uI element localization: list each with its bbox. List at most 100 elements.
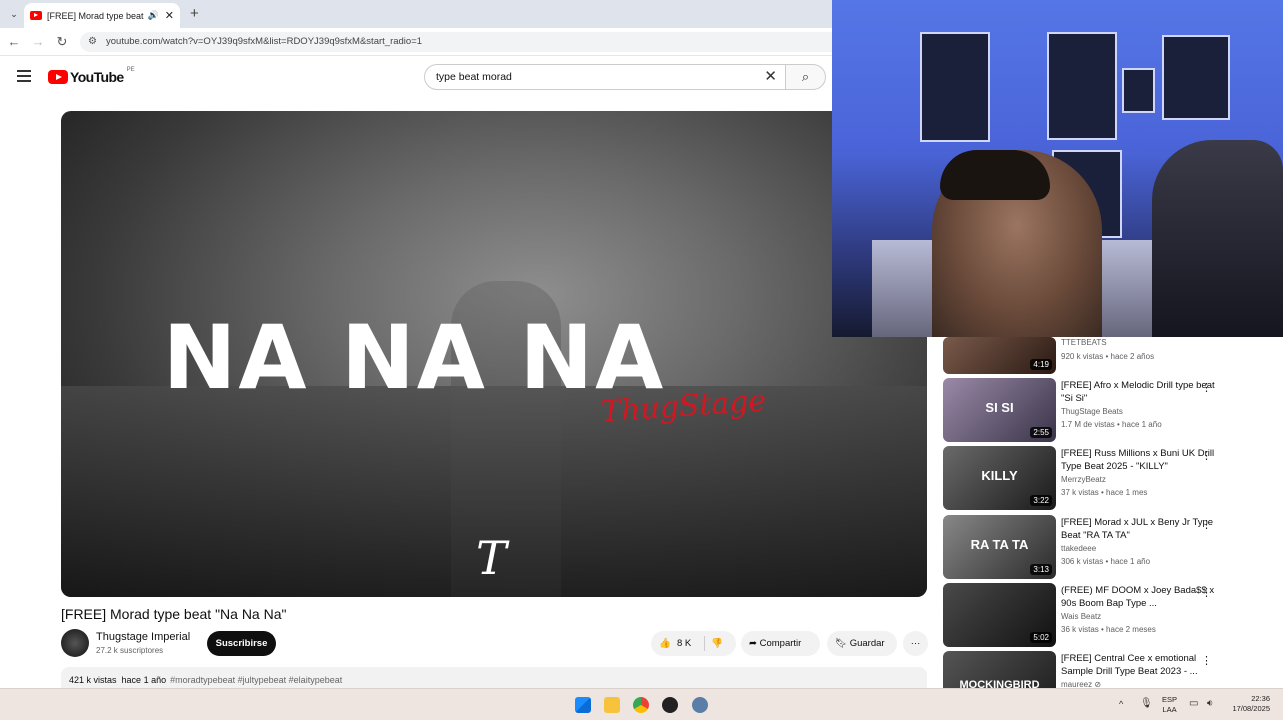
recommendation-channel[interactable]: ttakedeee: [1061, 544, 1096, 553]
url-text: youtube.com/watch?v=OYJ39q9sfxM&list=RDO…: [106, 36, 423, 47]
like-icon[interactable]: 👍: [659, 631, 671, 656]
address-bar-row: ← → ↻ ⚙ youtube.com/watch?v=OYJ39q9sfxM&…: [0, 28, 832, 56]
youtube-favicon-icon: [30, 11, 42, 20]
dislike-icon[interactable]: 👎: [711, 631, 723, 656]
like-divider: [704, 636, 705, 651]
channel-avatar[interactable]: [61, 629, 89, 657]
wall-poster: [1162, 35, 1230, 120]
language-code: ESP: [1162, 695, 1178, 704]
save-label: Guardar: [849, 638, 885, 649]
search-button[interactable]: ⌕: [786, 64, 826, 90]
share-icon: ➦: [749, 638, 760, 649]
microphone-icon[interactable]: 🎙︎: [1140, 698, 1153, 709]
youtube-header: YouTube PE type beat morad ✕ ⌕: [0, 56, 832, 98]
clear-search-icon[interactable]: ✕: [764, 65, 777, 89]
subscriber-count: 27.2 k suscriptores: [96, 646, 164, 655]
recommendation-item[interactable]: 5:02 (FREE) MF DOOM x Joey Bada$$ x 90s B…: [943, 583, 1233, 647]
clock-time: 22:36: [1251, 694, 1270, 703]
video-player[interactable]: NA NA NA ThugStage T: [61, 111, 927, 597]
settings-icon[interactable]: [692, 697, 708, 713]
save-button[interactable]: 🔖︎ Guardar: [827, 631, 897, 656]
video-overlay-title: NA NA NA: [162, 306, 666, 409]
recommendation-meta: 1.7 M de vistas • hace 1 año: [1061, 420, 1162, 429]
recommendation-meta: 37 k vistas • hace 1 mes: [1061, 488, 1148, 497]
site-info-icon[interactable]: ⚙: [88, 32, 97, 52]
youtube-wordmark: YouTube: [70, 69, 124, 85]
video-duration: 4:19: [1030, 359, 1052, 370]
more-options-icon[interactable]: ⋮: [1201, 381, 1212, 394]
recommendation-channel[interactable]: Wais Beatz: [1061, 612, 1101, 621]
more-options-icon[interactable]: ⋮: [1201, 654, 1212, 667]
more-options-icon[interactable]: ⋮: [1201, 586, 1212, 599]
recommendation-meta: 36 k vistas • hace 2 meses: [1061, 625, 1156, 634]
recommendation-item[interactable]: SI SI 2:55 [FREE] Afro x Melodic Drill typ…: [943, 378, 1233, 442]
language-indicator[interactable]: ESP LAA: [1162, 695, 1177, 715]
new-tab-button[interactable]: +: [190, 5, 199, 22]
more-actions-button[interactable]: ···: [903, 631, 928, 656]
youtube-play-icon: [48, 70, 68, 84]
tab-title: [FREE] Morad type beat "Na Na: [47, 10, 145, 21]
search-input[interactable]: type beat morad ✕: [424, 64, 786, 90]
share-button[interactable]: ➦ Compartir: [741, 631, 820, 656]
recommendation-title[interactable]: [FREE] Afro x Melodic Drill type beat "S…: [1061, 379, 1221, 405]
recommendation-item[interactable]: RA TA TA 3:13 [FREE] Morad x JUL x Beny Jr…: [943, 515, 1233, 579]
keyboard-layout: LAA: [1162, 705, 1177, 714]
thumbnail-text: SI SI: [985, 400, 1014, 415]
thumbnail-text: KILLY: [981, 468, 1018, 483]
recommendation-channel[interactable]: MerrzyBeatz: [1061, 475, 1106, 484]
speaker-icon[interactable]: 🔊: [148, 10, 159, 21]
second-person: [1152, 140, 1283, 337]
browser-tab-active[interactable]: [FREE] Morad type beat "Na Na 🔊 ✕: [24, 3, 180, 28]
video-thumbnail[interactable]: 5:02: [943, 583, 1056, 647]
obs-icon[interactable]: [662, 697, 678, 713]
chrome-icon[interactable]: [633, 697, 649, 713]
tab-search-icon[interactable]: ⌄: [6, 6, 22, 22]
start-icon[interactable]: [575, 697, 591, 713]
like-count[interactable]: 8 K: [677, 631, 691, 656]
recommendation-title[interactable]: [FREE] Morad x JUL x Beny Jr Type Beat "…: [1061, 516, 1221, 542]
recommendation-title[interactable]: [FREE] Russ Millions x Buni UK Drill Typ…: [1061, 447, 1221, 473]
tray-overflow-icon[interactable]: ^: [1119, 699, 1123, 709]
video-thumbnail[interactable]: RA TA TA 3:13: [943, 515, 1056, 579]
network-icon[interactable]: ▭: [1189, 698, 1198, 709]
video-duration: 3:13: [1030, 564, 1052, 575]
hashtags[interactable]: #moradtypebeat #jultypebeat #elaitypebea…: [170, 675, 342, 685]
recommendation-meta: 306 k vistas • hace 1 año: [1061, 557, 1151, 566]
recommendation-item[interactable]: 4:19 TTETBEATS 920 k vistas • hace 2 años: [943, 310, 1233, 374]
browser-tab-bar: ⌄ [FREE] Morad type beat "Na Na 🔊 ✕ +: [0, 0, 832, 28]
more-options-icon[interactable]: ⋮: [1201, 518, 1212, 531]
like-dislike-group: 👍 8 K 👎: [651, 631, 736, 656]
volume-icon[interactable]: 🔉︎: [1207, 698, 1213, 709]
recommendation-item[interactable]: KILLY 3:22 [FREE] Russ Millions x Buni UK …: [943, 446, 1233, 510]
video-thumbnail[interactable]: 4:19: [943, 337, 1056, 374]
recommendation-channel[interactable]: ThugStage Beats: [1061, 407, 1123, 416]
recommendation-title[interactable]: (FREE) MF DOOM x Joey Bada$$ x 90s Boom …: [1061, 584, 1221, 610]
recommendation-title[interactable]: [FREE] Central Cee x emotional Sample Dr…: [1061, 652, 1221, 678]
back-button[interactable]: ←: [6, 34, 22, 49]
tab-close-icon[interactable]: ✕: [165, 9, 174, 22]
forward-button[interactable]: →: [30, 34, 46, 49]
video-duration: 3:22: [1030, 495, 1052, 506]
file-explorer-icon[interactable]: [604, 697, 620, 713]
recommendation-channel[interactable]: TTETBEATS: [1061, 338, 1107, 347]
windows-taskbar: ^ 🎙︎ ESP LAA ▭ 🔉︎ 22:36 17/08/2025: [0, 688, 1283, 720]
video-thumbnail[interactable]: SI SI 2:55: [943, 378, 1056, 442]
wall-poster: [1122, 68, 1155, 113]
reload-button[interactable]: ↻: [54, 34, 70, 50]
menu-icon[interactable]: [17, 70, 31, 85]
streamer-hair: [940, 150, 1050, 200]
webcam-overlay: [832, 0, 1283, 337]
view-count: 421 k vistas: [69, 675, 117, 685]
upload-age: hace 1 año: [121, 675, 167, 685]
video-thumbnail[interactable]: KILLY 3:22: [943, 446, 1056, 510]
region-code: PE: [126, 67, 135, 73]
url-field[interactable]: ⚙ youtube.com/watch?v=OYJ39q9sfxM&list=R…: [80, 32, 832, 52]
channel-name[interactable]: Thugstage Imperial: [96, 631, 190, 643]
wall-poster: [1047, 32, 1117, 140]
subscribe-button[interactable]: Suscribirse: [207, 631, 276, 656]
youtube-logo[interactable]: YouTube PE: [48, 67, 135, 85]
share-label: Compartir: [759, 638, 802, 649]
more-options-icon[interactable]: ⋮: [1201, 449, 1212, 462]
clock[interactable]: 22:36 17/08/2025: [1226, 694, 1270, 714]
recommendation-meta: 920 k vistas • hace 2 años: [1061, 352, 1155, 361]
